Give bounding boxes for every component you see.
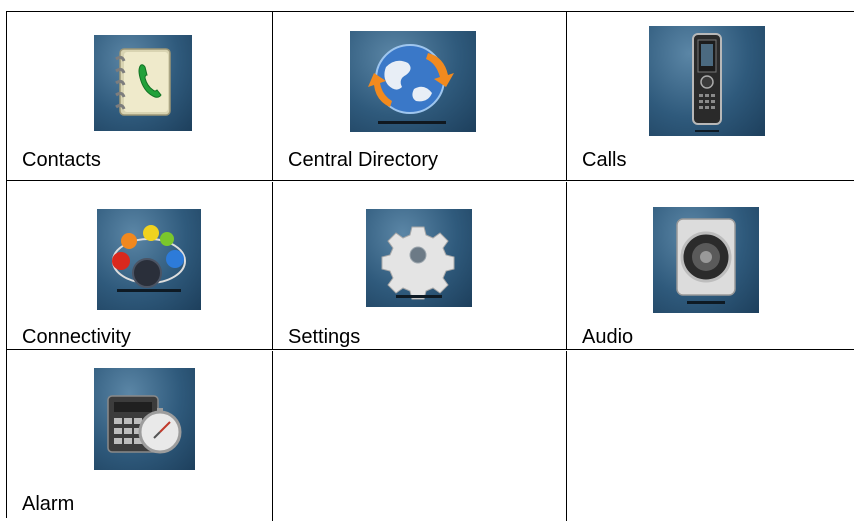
menu-row: Connectivity Settings Audio [7, 182, 854, 350]
menu-item-alarm[interactable]: Alarm [7, 351, 273, 521]
menu-item-label: Connectivity [22, 326, 131, 348]
menu-item-label: Contacts [22, 149, 101, 171]
menu-item-connectivity[interactable]: Connectivity [7, 182, 273, 350]
menu-item-calls[interactable]: Calls [567, 12, 854, 181]
menu-item-label: Audio [582, 326, 634, 348]
empty-cell [567, 351, 854, 521]
empty-cell [273, 351, 567, 521]
menu-item-settings[interactable]: Settings [273, 182, 567, 350]
contacts-book-icon [94, 35, 192, 131]
menu-item-label: Alarm [22, 493, 75, 515]
menu-item-label: Calls [582, 149, 627, 171]
network-nodes-icon [97, 209, 201, 310]
menu-grid: Contacts Central Directory Calls Connect… [6, 11, 854, 521]
menu-row: Alarm [7, 351, 854, 521]
speaker-icon [653, 207, 759, 313]
menu-item-label: Central Directory [288, 149, 439, 171]
menu-item-central-directory[interactable]: Central Directory [273, 12, 567, 181]
alarm-calculator-clock-icon [94, 368, 195, 470]
menu-item-audio[interactable]: Audio [567, 182, 854, 350]
menu-item-contacts[interactable]: Contacts [7, 12, 273, 181]
globe-directory-icon [350, 31, 476, 132]
phone-handset-icon [649, 26, 765, 136]
menu-item-label: Settings [288, 326, 361, 348]
gear-icon [366, 209, 472, 307]
menu-row: Contacts Central Directory Calls [7, 12, 854, 181]
